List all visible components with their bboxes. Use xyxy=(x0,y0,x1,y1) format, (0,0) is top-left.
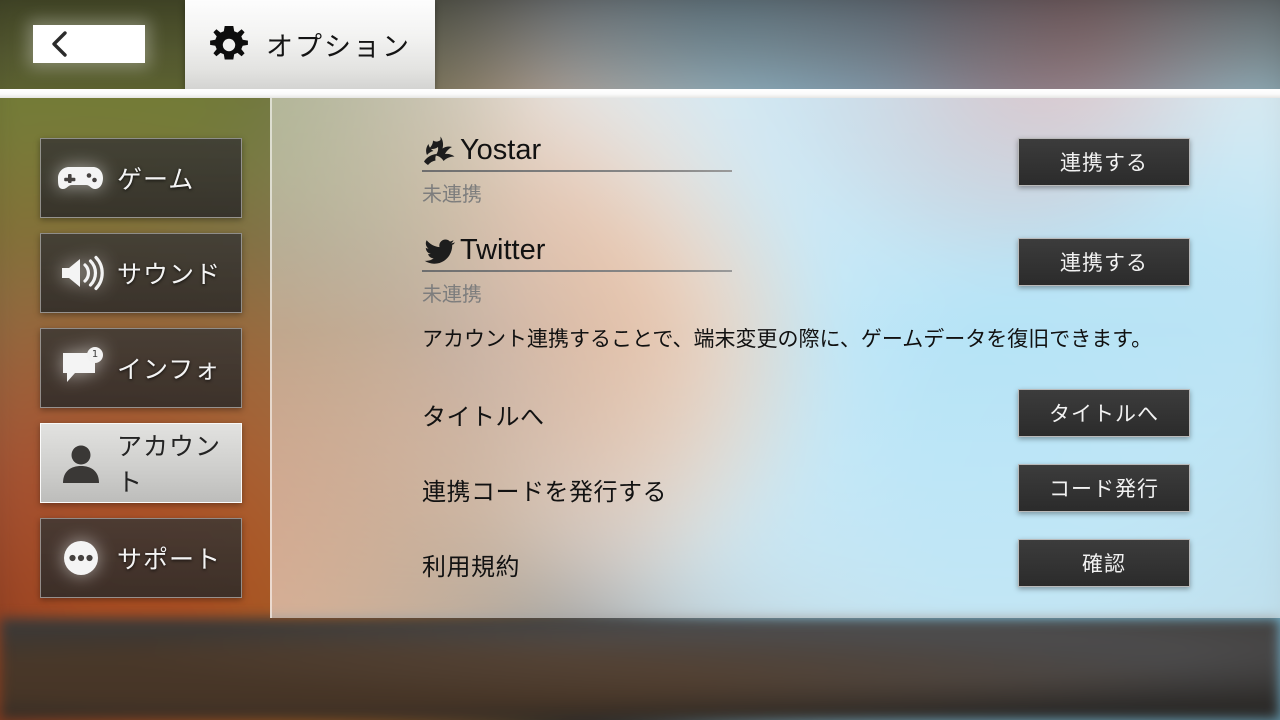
sidebar-item-account[interactable]: アカウント xyxy=(40,423,242,503)
gamepad-icon xyxy=(57,154,105,202)
link-yostar-button[interactable]: 連携する xyxy=(1018,138,1190,186)
twitter-bird-icon xyxy=(424,239,455,264)
info-badge: 1 xyxy=(87,347,103,363)
header-bar: オプション xyxy=(0,0,1280,98)
yostar-logo-icon xyxy=(424,136,455,165)
sidebar-item-game[interactable]: ゲーム xyxy=(40,138,242,218)
sidebar-item-info[interactable]: 1 インフォ xyxy=(40,328,242,408)
linked-account-status: 未連携 xyxy=(422,282,482,306)
linked-account-rule xyxy=(422,270,732,272)
sidebar-item-label: サウンド xyxy=(117,260,222,289)
linked-account-head: Yostar xyxy=(422,134,1022,167)
sidebar-item-label: ゲーム xyxy=(117,165,195,194)
action-row-issue-code: 連携コードを発行する xyxy=(422,465,1102,513)
issue-code-button[interactable]: コード発行 xyxy=(1018,464,1190,512)
back-chevron-icon xyxy=(52,31,67,57)
chat-bubble-icon: 1 xyxy=(57,344,105,392)
sidebar-item-label: サポート xyxy=(117,545,222,574)
linked-account-name: Twitter xyxy=(460,234,546,266)
action-label: 利用規約 xyxy=(422,552,520,581)
page-title-tab: オプション xyxy=(185,0,435,89)
linked-account-row-twitter: Twitter 未連携 xyxy=(422,234,1022,307)
action-row-terms: 利用規約 xyxy=(422,540,1102,588)
panel-content: Yostar 未連携 連携する Twitter 未連携 連携する アカウント連携… xyxy=(270,98,1280,618)
linked-account-head: Twitter xyxy=(422,234,1022,267)
speaker-icon xyxy=(57,249,105,297)
go-to-title-button[interactable]: タイトルへ xyxy=(1018,389,1190,437)
linked-account-name: Yostar xyxy=(460,134,542,166)
settings-sidebar: ゲーム サウンド 1 インフォ アカウント サポート xyxy=(40,138,242,598)
linked-account-row-yostar: Yostar 未連携 xyxy=(422,134,1022,207)
view-terms-button[interactable]: 確認 xyxy=(1018,539,1190,587)
gear-icon xyxy=(210,25,248,59)
sidebar-item-sound[interactable]: サウンド xyxy=(40,233,242,313)
back-button[interactable] xyxy=(33,25,145,63)
action-label: 連携コードを発行する xyxy=(422,477,667,506)
lower-dark-band xyxy=(0,618,1280,720)
ellipsis-circle-icon xyxy=(57,534,105,582)
sidebar-item-label: インフォ xyxy=(117,355,221,384)
sidebar-item-label: アカウント xyxy=(117,432,222,497)
linked-account-status: 未連携 xyxy=(422,182,482,206)
linked-account-rule xyxy=(422,170,732,172)
game-options-screen: オプション ゲーム サウンド 1 インフォ アカウント サポート Yostar … xyxy=(0,0,1280,720)
account-settings-panel: Yostar 未連携 連携する Twitter 未連携 連携する アカウント連携… xyxy=(270,98,1280,618)
account-link-description: アカウント連携することで、端末変更の際に、ゲームデータを復旧できます。 xyxy=(422,327,1153,351)
sidebar-item-support[interactable]: サポート xyxy=(40,518,242,598)
page-title: オプション xyxy=(266,32,411,63)
action-row-title: タイトルへ xyxy=(422,390,1102,438)
link-twitter-button[interactable]: 連携する xyxy=(1018,238,1190,286)
action-label: タイトルへ xyxy=(422,402,545,431)
header-underline xyxy=(0,89,1280,98)
person-icon xyxy=(57,439,105,487)
